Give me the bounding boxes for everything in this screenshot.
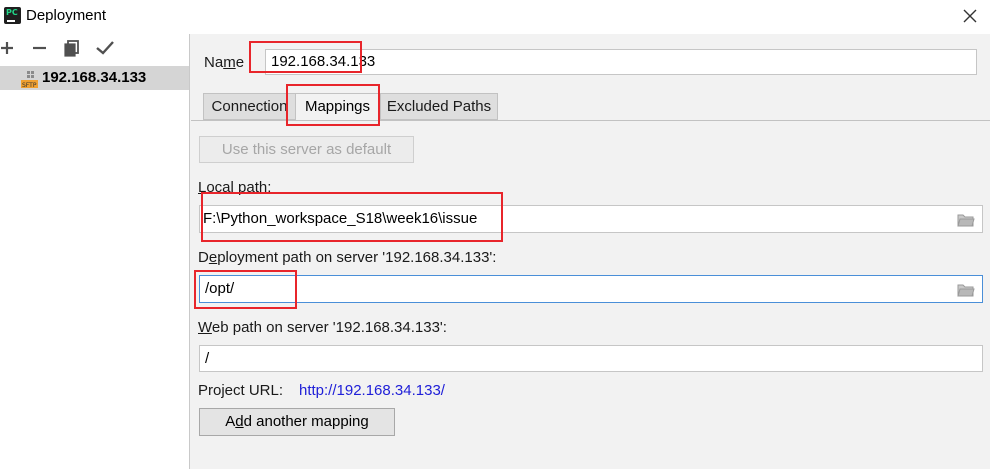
pycharm-app-icon: PC	[4, 7, 21, 24]
server-list-panel	[0, 34, 190, 469]
close-icon[interactable]	[958, 5, 982, 27]
folder-icon[interactable]	[957, 213, 975, 227]
local-path-input[interactable]: F:\Python_workspace_S18\week16\issue	[199, 205, 983, 233]
sftp-icon: SFTP	[21, 70, 38, 89]
plus-icon[interactable]	[0, 38, 18, 58]
folder-icon[interactable]	[957, 283, 975, 297]
use-as-default-button[interactable]: Use this server as default	[199, 136, 414, 163]
deployment-path-label: Deployment path on server '192.168.34.13…	[198, 249, 497, 266]
tab-excluded-paths[interactable]: Excluded Paths	[380, 93, 498, 120]
title-bar: PC Deployment	[0, 0, 990, 34]
local-path-label: Local path:	[198, 179, 272, 196]
checkmark-icon[interactable]	[95, 38, 115, 58]
web-path-input[interactable]: /	[199, 345, 983, 372]
project-url-label: Project URL:	[198, 382, 284, 399]
copy-icon[interactable]	[62, 38, 82, 58]
tab-mappings[interactable]: Mappings	[295, 93, 380, 120]
minus-icon[interactable]	[30, 38, 50, 58]
deployment-path-input[interactable]: /opt/	[199, 275, 983, 303]
project-url-link[interactable]: http://192.168.34.133/	[299, 382, 445, 399]
name-label: Name	[204, 54, 245, 71]
svg-text:SFTP: SFTP	[22, 82, 37, 88]
tab-connection[interactable]: Connection	[203, 93, 296, 120]
window-title: Deployment	[26, 7, 107, 24]
tab-divider	[191, 120, 990, 121]
name-input[interactable]: 192.168.34.133	[265, 49, 977, 75]
add-another-mapping-button[interactable]: Add another mapping	[199, 408, 395, 436]
server-name[interactable]: 192.168.34.133	[42, 69, 146, 86]
web-path-label: Web path on server '192.168.34.133':	[198, 319, 447, 336]
